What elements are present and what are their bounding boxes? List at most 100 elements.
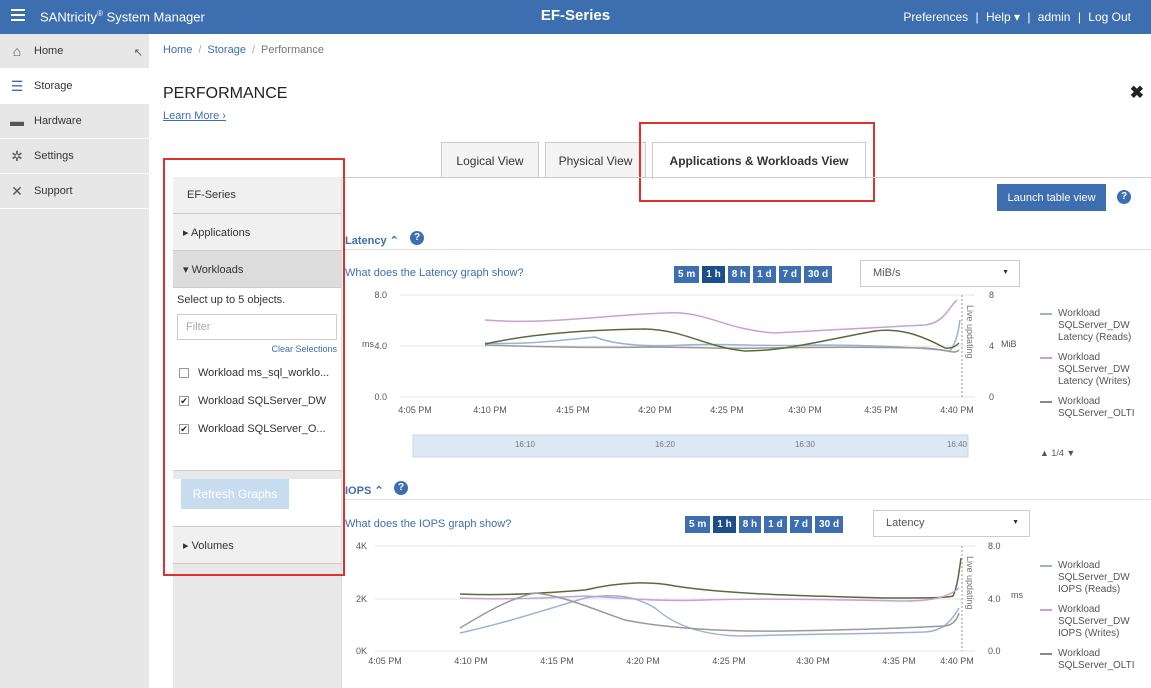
divider xyxy=(345,249,1151,250)
time-7d-button[interactable]: 7 d xyxy=(789,516,813,533)
latency-help-link[interactable]: What does the Latency graph show? xyxy=(345,267,524,279)
x-tick: 4:15 PM xyxy=(556,405,590,415)
y2-axis-unit: MiB xyxy=(1001,339,1017,349)
legend-swatch xyxy=(1040,653,1052,655)
x-tick: 4:20 PM xyxy=(626,656,660,666)
legend-swatch xyxy=(1040,357,1052,359)
sidebar-item-label: Hardware xyxy=(34,115,82,127)
breadcrumb-storage[interactable]: Storage xyxy=(207,44,246,56)
y-tick: 2K xyxy=(356,594,367,604)
nav-tick: 16:40 xyxy=(947,440,968,449)
launch-table-view-button[interactable]: Launch table view xyxy=(997,184,1106,211)
breadcrumb-home[interactable]: Home xyxy=(163,44,192,56)
time-8h-button[interactable]: 8 h xyxy=(738,516,762,533)
time-7d-button[interactable]: 7 d xyxy=(778,266,802,283)
select-value: MiB/s xyxy=(873,267,901,279)
live-updating-label: Live updating xyxy=(965,556,975,610)
y-tick: 4K xyxy=(356,541,367,551)
legend-text: SQLServer_DW xyxy=(1058,320,1130,331)
time-30d-button[interactable]: 30 d xyxy=(815,516,844,533)
legend-text: IOPS (Writes) xyxy=(1058,628,1120,639)
y-tick: 8.0 xyxy=(374,290,387,300)
legend-item[interactable]: Workload SQLServer_DW Latency (Reads) xyxy=(1040,308,1135,344)
legend-text: Workload xyxy=(1058,604,1101,615)
legend-item[interactable]: Workload SQLServer_OLTI xyxy=(1040,396,1135,420)
sidebar-item-label: Storage xyxy=(34,80,73,92)
x-tick: 4:40 PM xyxy=(940,656,974,666)
time-1d-button[interactable]: 1 d xyxy=(753,266,776,283)
breadcrumb-separator: / xyxy=(198,44,202,56)
sidebar-item-storage[interactable]: ☰ Storage xyxy=(0,69,149,104)
legend-item[interactable]: Workload SQLServer_DW IOPS (Reads) xyxy=(1040,560,1135,596)
separator: | xyxy=(1077,10,1081,24)
sidebar-item-hardware[interactable]: ▬ Hardware xyxy=(0,104,149,139)
latency-chart: 8.0 4.0 0.0 ms 8 4 0 MiB 4:05 PM 4:10 PM… xyxy=(362,290,1017,458)
latency-legend: Workload SQLServer_DW Latency (Reads) Work… xyxy=(1040,308,1135,428)
tab-logical-view[interactable]: Logical View xyxy=(441,142,539,178)
series-line-olti-2 xyxy=(459,557,962,599)
breadcrumb: Home / Storage / Performance xyxy=(163,44,324,56)
iops-metric-select[interactable]: Latency ▼ xyxy=(873,510,1030,537)
y-tick: 0.0 xyxy=(374,392,387,402)
time-5m-button[interactable]: 5 m xyxy=(685,516,711,533)
home-icon: ⌂ xyxy=(12,43,22,59)
x-tick: 4:35 PM xyxy=(864,405,898,415)
learn-more-link[interactable]: Learn More › xyxy=(163,110,226,122)
x-tick: 4:40 PM xyxy=(940,405,974,415)
time-1h-button[interactable]: 1 h xyxy=(713,516,736,533)
iops-help-link[interactable]: What does the IOPS graph show? xyxy=(345,518,511,530)
x-tick: 4:15 PM xyxy=(540,656,574,666)
sidebar-item-home[interactable]: ⌂ Home ↖ xyxy=(0,34,149,69)
legend-item[interactable]: Workload SQLServer_DW Latency (Writes) xyxy=(1040,352,1135,388)
legend-item[interactable]: Workload SQLServer_DW IOPS (Writes) xyxy=(1040,604,1135,640)
help-icon[interactable]: ? xyxy=(394,481,408,495)
iops-time-range: 5 m 1 h 8 h 1 d 7 d 30 d xyxy=(685,516,844,533)
help-menu[interactable]: Help ▾ xyxy=(986,10,1020,24)
time-navigator[interactable] xyxy=(412,434,969,458)
separator: | xyxy=(1027,10,1031,24)
legend-pager[interactable]: ▲ 1/4 ▼ xyxy=(1040,448,1075,458)
sidebar-item-support[interactable]: ✕ Support xyxy=(0,174,149,209)
time-1d-button[interactable]: 1 d xyxy=(764,516,787,533)
breadcrumb-separator: / xyxy=(251,44,255,56)
iops-chart: 4K 2K 0K 8.0 4.0 0.0 ms 4:05 PM 4:10 PM … xyxy=(356,541,1024,666)
menu-icon[interactable] xyxy=(11,9,25,23)
x-tick: 4:30 PM xyxy=(788,405,822,415)
nav-tick: 16:30 xyxy=(795,440,816,449)
legend-swatch xyxy=(1040,565,1052,567)
close-icon[interactable]: ✖ xyxy=(1130,83,1144,103)
y2-tick: 8 xyxy=(989,290,994,300)
highlight-box xyxy=(163,158,345,576)
latency-metric-select[interactable]: MiB/s ▼ xyxy=(860,260,1020,287)
legend-text: SQLServer_OLTI xyxy=(1058,408,1135,419)
x-tick: 4:20 PM xyxy=(638,405,672,415)
legend-swatch xyxy=(1040,401,1052,403)
x-tick: 4:25 PM xyxy=(712,656,746,666)
sidebar: ⌂ Home ↖ ☰ Storage ▬ Hardware ✲ Settings… xyxy=(0,34,149,688)
top-links: Preferences | Help ▾ | admin | Log Out xyxy=(899,10,1131,24)
time-1h-button[interactable]: 1 h xyxy=(702,266,725,283)
logout-link[interactable]: Log Out xyxy=(1088,10,1131,24)
time-8h-button[interactable]: 8 h xyxy=(727,266,751,283)
help-icon[interactable]: ? xyxy=(410,231,424,245)
time-30d-button[interactable]: 30 d xyxy=(804,266,833,283)
x-tick: 4:25 PM xyxy=(710,405,744,415)
chevron-down-icon: ▼ xyxy=(1002,269,1009,276)
legend-text: SQLServer_DW xyxy=(1058,572,1130,583)
sidebar-item-settings[interactable]: ✲ Settings xyxy=(0,139,149,174)
help-icon[interactable]: ? xyxy=(1117,190,1131,204)
legend-swatch xyxy=(1040,609,1052,611)
iops-section-title[interactable]: IOPS ⌃ xyxy=(345,484,384,497)
legend-item[interactable]: Workload SQLServer_OLTI xyxy=(1040,648,1135,672)
legend-text: SQLServer_OLTI xyxy=(1058,660,1135,671)
legend-text: Workload xyxy=(1058,396,1101,407)
legend-text: SQLServer_DW xyxy=(1058,364,1130,375)
time-5m-button[interactable]: 5 m xyxy=(674,266,700,283)
legend-text: Workload xyxy=(1058,352,1101,363)
latency-section-title[interactable]: Latency ⌃ xyxy=(345,234,399,247)
user-menu[interactable]: admin xyxy=(1038,10,1071,24)
preferences-link[interactable]: Preferences xyxy=(903,10,968,24)
x-tick: 4:30 PM xyxy=(796,656,830,666)
tab-physical-view[interactable]: Physical View xyxy=(545,142,646,178)
iops-legend: Workload SQLServer_DW IOPS (Reads) Workloa… xyxy=(1040,560,1135,680)
